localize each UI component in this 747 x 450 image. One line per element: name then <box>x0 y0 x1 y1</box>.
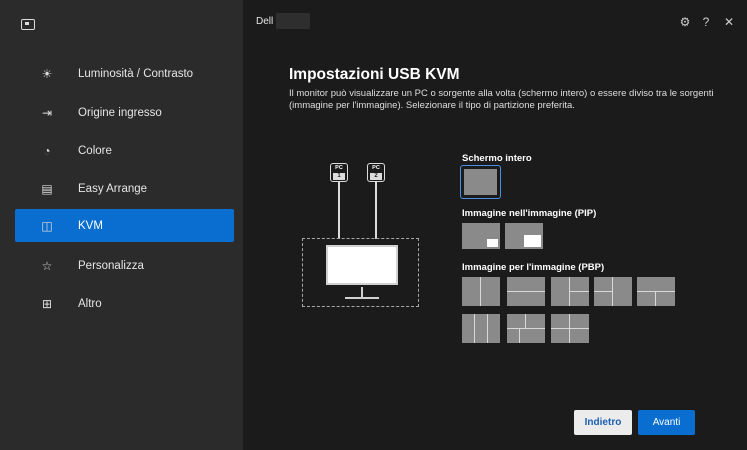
input-source-icon: ⇥ <box>41 105 53 120</box>
monitor-icon[interactable] <box>21 19 35 30</box>
pc1-label: PC <box>335 165 343 171</box>
sidebar-item-kvm[interactable]: ◫ KVM <box>15 209 234 242</box>
cable-pc2 <box>375 182 377 239</box>
redacted-model-name <box>276 13 310 29</box>
layout-pbp-2-vertical[interactable] <box>462 277 500 306</box>
close-icon[interactable]: ✕ <box>723 16 735 28</box>
sidebar-item-label: Personalizza <box>78 259 144 272</box>
sidebar-item-others[interactable]: ⊞ Altro <box>15 287 234 320</box>
layout-pbp-3-split[interactable] <box>551 277 589 306</box>
monitor-base <box>345 297 379 299</box>
section-fullscreen-title: Schermo intero <box>462 153 532 164</box>
cable-pc1 <box>338 182 340 239</box>
section-pbp-title: Immagine per l'immagine (PBP) <box>462 262 605 273</box>
brightness-icon: ☀ <box>41 66 53 81</box>
layout-pbp-2-horizontal[interactable] <box>507 277 545 306</box>
layout-pip-large[interactable] <box>505 223 543 249</box>
pc1-icon: PC 1 <box>330 163 348 182</box>
sidebar-item-label: Colore <box>78 144 112 157</box>
sidebar-item-label: Luminosità / Contrasto <box>78 67 194 80</box>
sidebar-item-label: Easy Arrange <box>78 182 148 195</box>
sidebar-item-label: Altro <box>78 297 102 310</box>
easy-arrange-icon: ▤ <box>41 181 53 196</box>
kvm-icon: ◫ <box>41 218 53 233</box>
layout-pbp-3-vertical[interactable] <box>462 314 500 343</box>
page-description: Il monitor può visualizzare un PC o sorg… <box>289 88 714 111</box>
layout-fullscreen[interactable] <box>464 169 497 195</box>
section-pip-title: Immagine nell'immagine (PIP) <box>462 208 597 219</box>
pc1-number: 1 <box>333 173 345 180</box>
sidebar-item-label: Origine ingresso <box>78 106 162 119</box>
sidebar-item-personalize[interactable]: ☆ Personalizza <box>15 249 234 282</box>
gear-icon[interactable]: ⚙ <box>679 16 691 28</box>
back-button[interactable]: Indietro <box>574 410 632 435</box>
pc2-icon: PC 2 <box>367 163 385 182</box>
layout-pbp-3-split-alt[interactable] <box>594 277 632 306</box>
pc2-number: 2 <box>370 173 382 180</box>
color-icon: ◔ <box>43 143 51 158</box>
sidebar-item-input-source[interactable]: ⇥ Origine ingresso <box>15 96 234 129</box>
sidebar-item-easy-arrange[interactable]: ▤ Easy Arrange <box>15 172 234 205</box>
pc2-label: PC <box>372 165 380 171</box>
others-icon: ⊞ <box>41 296 53 311</box>
sidebar-item-label: KVM <box>78 219 103 232</box>
sidebar-item-brightness[interactable]: ☀ Luminosità / Contrasto <box>15 57 234 90</box>
app-window: ☀ Luminosità / Contrasto ⇥ Origine ingre… <box>0 0 747 450</box>
star-icon: ☆ <box>41 258 53 273</box>
layout-pbp-4-quad[interactable] <box>551 314 589 343</box>
layout-pip-small[interactable] <box>462 223 500 249</box>
sidebar-item-color[interactable]: ◔ Colore <box>15 134 234 167</box>
next-button[interactable]: Avanti <box>638 410 695 435</box>
app-title: Dell <box>256 16 274 27</box>
help-icon[interactable]: ? <box>700 16 712 28</box>
layout-pbp-3-top[interactable] <box>637 277 675 306</box>
layout-pbp-4-mixed[interactable] <box>507 314 545 343</box>
page-title: Impostazioni USB KVM <box>289 66 460 83</box>
sidebar: ☀ Luminosità / Contrasto ⇥ Origine ingre… <box>0 0 243 450</box>
monitor-illustration <box>326 245 398 285</box>
